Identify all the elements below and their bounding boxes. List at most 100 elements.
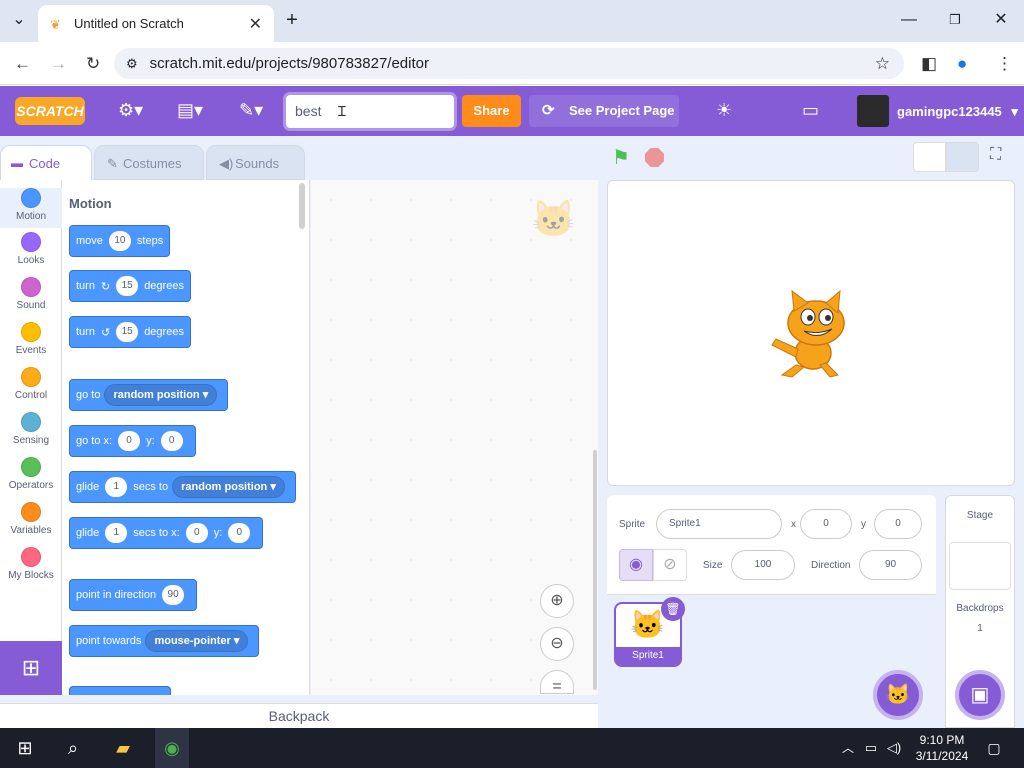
show-sprite-eye-icon[interactable]: ◉ <box>619 549 653 581</box>
category-events[interactable]: Events <box>0 322 62 356</box>
small-stage-button[interactable] <box>913 142 946 172</box>
block-input[interactable]: 0 <box>118 431 141 451</box>
theme-bulb-icon[interactable]: ☀ <box>716 100 732 121</box>
back-icon[interactable]: ← <box>14 54 31 74</box>
category-variables[interactable]: Variables <box>0 502 62 536</box>
username: gamingpc123445 <box>897 104 1002 119</box>
minimize-icon[interactable]: — <box>896 8 922 32</box>
block-move-steps[interactable]: move 10 steps <box>69 225 171 257</box>
windows-taskbar: ⊞ ⌕ ▰ ◉ ︿ ▭ ◁) 9:10 PM 3/11/2024 ▢ <box>0 728 1024 768</box>
block-dropdown[interactable]: random position ▾ <box>104 384 218 406</box>
category-looks[interactable]: Looks <box>0 232 62 266</box>
category-operators[interactable]: Operators <box>0 457 62 491</box>
close-window-icon[interactable]: ✕ <box>988 8 1014 32</box>
choose-backdrop-icon[interactable]: ▣ <box>955 670 1005 720</box>
block-text: degrees <box>144 280 184 292</box>
category-label: Sound <box>16 300 46 311</box>
block-partial[interactable] <box>69 686 171 695</box>
file-explorer-icon[interactable]: ▰ <box>108 728 138 768</box>
reload-icon[interactable]: ↻ <box>86 54 100 74</box>
category-sensing[interactable]: Sensing <box>0 412 62 446</box>
project-title-value: best <box>295 103 322 119</box>
stage-backdrop-thumbnail[interactable] <box>949 542 1011 590</box>
tab-code[interactable]: ▬ Code <box>0 145 92 180</box>
hide-sprite-eye-icon[interactable]: ⊘ <box>653 549 687 581</box>
block-input[interactable]: 15 <box>116 322 139 342</box>
block-input[interactable]: 1 <box>105 477 128 497</box>
zoom-in-icon[interactable]: ⊕ <box>540 584 574 618</box>
my-stuff-folder-icon[interactable]: ▭ <box>802 100 819 121</box>
block-input[interactable]: 0 <box>228 523 251 543</box>
site-info-icon[interactable]: ⚙ <box>126 56 138 72</box>
stage-canvas[interactable] <box>607 180 1015 486</box>
block-glide-xy[interactable]: glide 1 secs to x: 0 y: 0 <box>69 517 264 549</box>
block-dropdown[interactable]: mouse-pointer ▾ <box>145 630 249 652</box>
block-input[interactable]: 1 <box>105 523 128 543</box>
show-hidden-icons-chevron-icon[interactable]: ︿ <box>838 728 858 768</box>
chrome-icon[interactable]: ◉ <box>155 728 189 768</box>
normal-stage-button[interactable] <box>946 142 979 172</box>
workspace-scrollbar[interactable] <box>593 450 597 690</box>
block-point-in-direction[interactable]: point in direction 90 <box>69 579 198 611</box>
y-input[interactable]: 0 <box>874 509 922 539</box>
zoom-out-icon[interactable]: ⊖ <box>540 627 574 661</box>
sprite-name-input[interactable]: Sprite1 <box>656 509 782 539</box>
block-text: go to x: <box>76 435 113 447</box>
delete-sprite-trash-icon[interactable]: 🗑 <box>661 597 685 621</box>
file-menu-icon[interactable]: ▤▾ <box>177 100 203 121</box>
block-input[interactable]: 0 <box>160 431 183 451</box>
x-input[interactable]: 0 <box>800 509 852 539</box>
project-title-input[interactable]: best Ɪ <box>286 95 454 128</box>
block-dropdown[interactable]: random position ▾ <box>172 476 285 498</box>
add-extension-button[interactable]: ⊞ <box>0 641 62 695</box>
new-tab-icon[interactable]: + <box>279 8 305 32</box>
share-button[interactable]: Share <box>462 95 521 127</box>
scratch-logo[interactable]: SCRATCH <box>15 97 85 125</box>
see-project-page-button[interactable]: ⟳ See Project Page <box>529 95 679 127</box>
category-my-blocks[interactable]: My Blocks <box>0 547 62 581</box>
block-go-to[interactable]: go to random position ▾ <box>69 379 229 411</box>
direction-input[interactable]: 90 <box>859 550 922 580</box>
bookmark-star-icon[interactable]: ☆ <box>875 54 890 74</box>
scratch-cat-sprite[interactable] <box>768 287 858 379</box>
size-input[interactable]: 100 <box>731 550 795 580</box>
tab-sounds[interactable]: ◀) Sounds <box>206 145 305 180</box>
block-turn-right[interactable]: turn ↻ 15 degrees <box>69 270 191 302</box>
forward-icon[interactable]: → <box>50 54 67 74</box>
block-input[interactable]: 10 <box>108 231 131 251</box>
windows-start-icon[interactable]: ⊞ <box>10 728 40 768</box>
tab-search-chevron-icon[interactable]: ⌄ <box>6 8 32 32</box>
edit-menu-icon[interactable]: ✎▾ <box>239 100 263 121</box>
settings-gear-icon[interactable]: ⚙▾ <box>118 100 143 121</box>
category-motion[interactable]: Motion <box>0 188 62 228</box>
side-panel-icon[interactable]: ◧ <box>921 54 937 74</box>
notifications-icon[interactable]: ▢ <box>984 728 1004 768</box>
block-input[interactable]: 15 <box>116 276 139 296</box>
account-menu[interactable]: gamingpc123445 ▾ <box>857 95 1024 128</box>
category-control[interactable]: Control <box>0 367 62 401</box>
url-field[interactable]: ⚙ scratch.mit.edu/projects/980783827/edi… <box>114 48 904 79</box>
network-icon[interactable]: ▭ <box>860 728 882 768</box>
block-point-towards[interactable]: point towards mouse-pointer ▾ <box>69 625 260 657</box>
choose-sprite-icon[interactable]: 🐱 <box>873 670 923 720</box>
my-blocks-dot-icon <box>21 547 41 567</box>
block-glide[interactable]: glide 1 secs to random position ▾ <box>69 471 296 503</box>
palette-scrollbar[interactable] <box>299 183 305 229</box>
fullscreen-icon[interactable]: ⛶ <box>990 146 1001 164</box>
close-tab-icon[interactable]: ✕ <box>249 14 262 34</box>
block-input[interactable]: 0 <box>185 523 208 543</box>
block-turn-left[interactable]: turn ↺ 15 degrees <box>69 316 191 348</box>
browser-tab[interactable]: ❦ Untitled on Scratch ✕ <box>38 5 274 42</box>
block-go-to-xy[interactable]: go to x: 0 y: 0 <box>69 425 196 457</box>
restore-icon[interactable]: ❐ <box>942 8 968 32</box>
browser-menu-icon[interactable]: ⋮ <box>996 54 1013 74</box>
search-icon[interactable]: ⌕ <box>58 728 88 768</box>
volume-icon[interactable]: ◁) <box>884 728 904 768</box>
block-input[interactable]: 90 <box>162 585 185 605</box>
green-flag-icon[interactable]: ⚑ <box>612 145 630 170</box>
category-sound[interactable]: Sound <box>0 277 62 311</box>
tab-costumes[interactable]: ✎ Costumes <box>94 145 204 180</box>
profile-icon[interactable]: ● <box>957 54 967 74</box>
backpack[interactable]: Backpack <box>0 703 598 728</box>
clock[interactable]: 9:10 PM 3/11/2024 <box>912 732 972 764</box>
